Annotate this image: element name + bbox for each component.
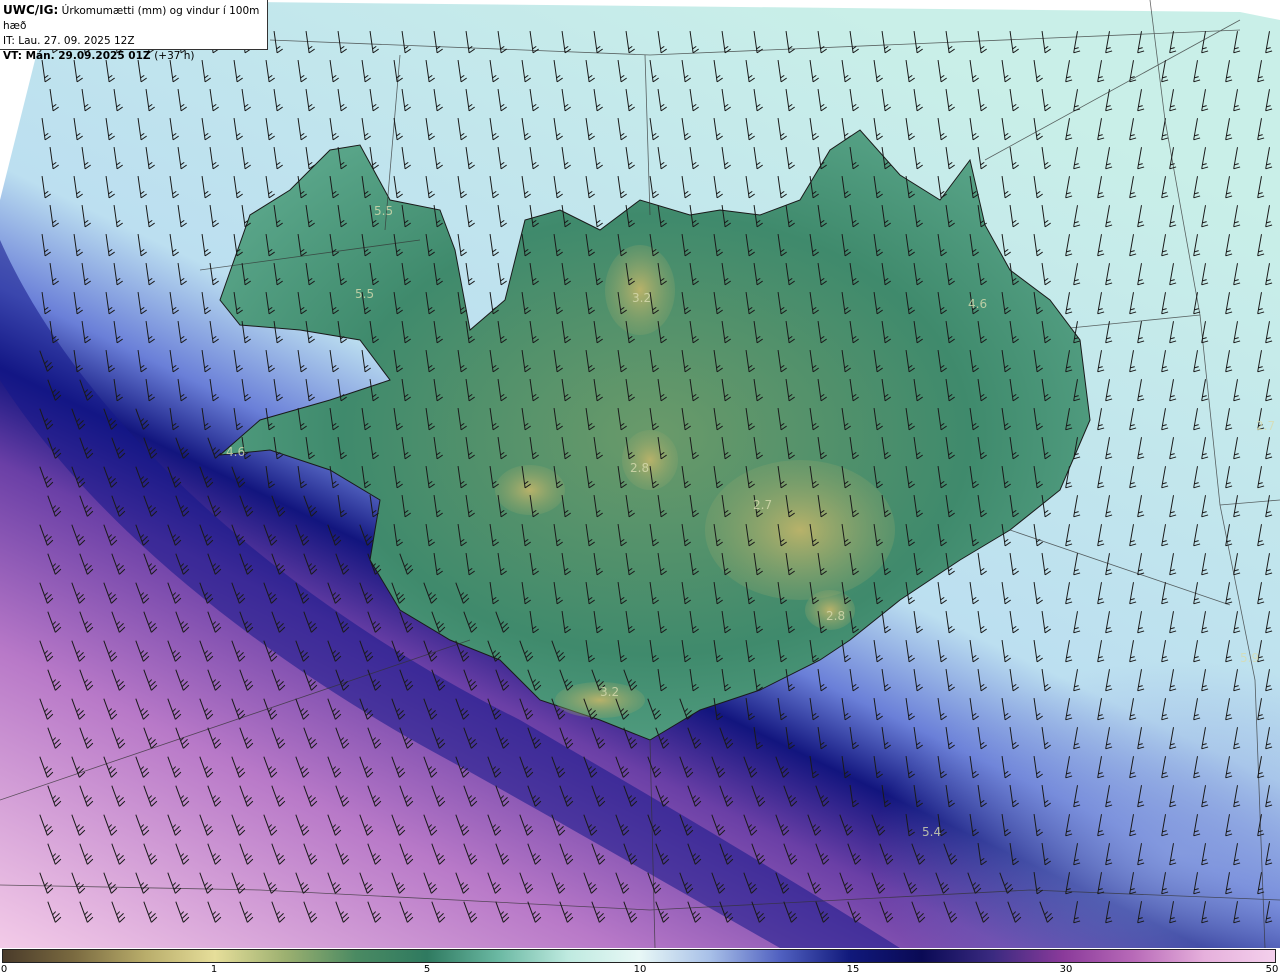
colorbar-tick: 0: [0, 964, 8, 975]
weather-map: 5.5 5.5 3.2 4.6 2.7 4.6 2.8 2.7 2.8 3.2 …: [0, 0, 1280, 948]
value-label: 4.6: [226, 445, 245, 459]
value-label: 3.2: [632, 291, 651, 305]
value-label: 5.5: [374, 204, 393, 218]
colorbar: 0 1 5 10 15 30 50: [0, 948, 1280, 978]
colorbar-tick: 1: [210, 964, 218, 975]
value-label: 2.7: [1256, 419, 1275, 433]
value-label: 3.2: [600, 685, 619, 699]
valid-time: VT: Mán. 29.09.2025 01Z: [3, 50, 151, 62]
colorbar-tick: 5: [423, 964, 431, 975]
value-label: 5.4: [922, 825, 941, 839]
value-label: 2.8: [630, 461, 649, 475]
colorbar-tick: 10: [633, 964, 647, 975]
colorbar-gradient: [2, 949, 1276, 963]
value-label: 5.9: [1240, 651, 1259, 665]
issue-time: IT: Lau. 27. 09. 2025 12Z: [3, 35, 135, 47]
product-code: UWC/IG:: [3, 3, 59, 17]
value-label: 2.8: [826, 609, 845, 623]
info-box: UWC/IG: Úrkomumætti (mm) og vindur í 100…: [0, 0, 268, 62]
colorbar-tick: 50: [1265, 964, 1279, 975]
lead-time: (+37 h): [154, 50, 195, 62]
colorbar-tick: 30: [1059, 964, 1073, 975]
value-label: 4.6: [968, 297, 987, 311]
value-label: 2.7: [753, 498, 772, 512]
value-label: 5.5: [355, 287, 374, 301]
colorbar-tick: 15: [846, 964, 860, 975]
